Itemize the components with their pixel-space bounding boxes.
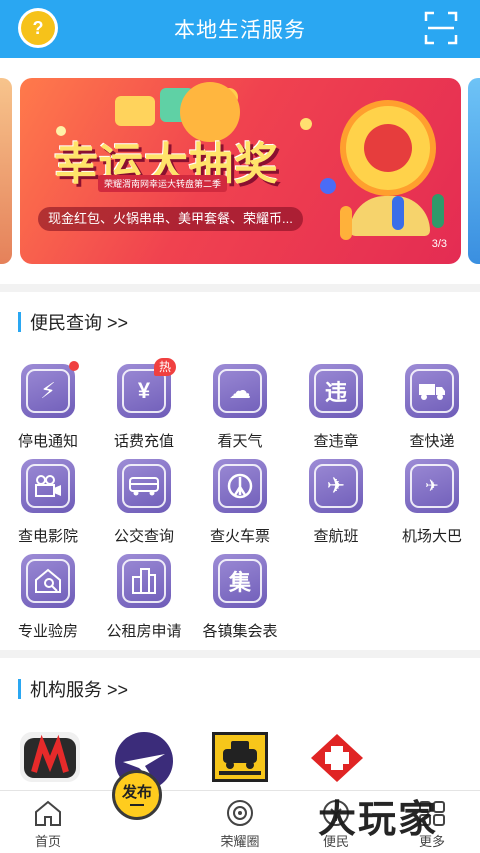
- service-label: 查电影院: [17, 528, 78, 545]
- apartment-icon: [117, 554, 171, 608]
- service-phone-recharge[interactable]: ¥ 热 话费充值: [96, 358, 192, 456]
- service-delivery[interactable]: 查快递: [384, 364, 480, 456]
- service-label: 公租房申请: [106, 623, 182, 640]
- service-train[interactable]: 查火车票: [192, 459, 288, 551]
- service-label: 查航班: [313, 528, 359, 545]
- section-convenience-title[interactable]: 便民查询 >>: [18, 311, 128, 333]
- section-accent-bar: [18, 312, 21, 332]
- service-label: 查快递: [409, 433, 455, 450]
- service-label: 各镇集会表: [202, 623, 278, 640]
- taxi-icon[interactable]: [212, 732, 268, 782]
- question-badge-icon[interactable]: ?: [18, 8, 58, 48]
- airplane-icon: ✈: [309, 459, 363, 513]
- service-public-housing[interactable]: 公租房申请: [96, 554, 192, 646]
- film-logo-icon[interactable]: [20, 732, 80, 782]
- banner-prev-peek[interactable]: [0, 78, 12, 264]
- weather-icon: ☁: [213, 364, 267, 418]
- banner-lottery[interactable]: 幸运大抽奖 荣耀渭南网幸运大转盘第二季 现金红包、火锅串串、美甲套餐、荣耀币..…: [20, 78, 461, 264]
- publish-button[interactable]: 发布: [112, 770, 162, 820]
- section-convenience-label: 便民查询 >>: [30, 313, 129, 333]
- red-cross-icon[interactable]: [308, 732, 366, 784]
- service-violation[interactable]: 违 查违章: [288, 364, 384, 456]
- house-inspect-icon: [21, 554, 75, 608]
- market-icon: 集: [213, 554, 267, 608]
- section-divider: [0, 284, 480, 292]
- service-weather[interactable]: ☁ 看天气: [192, 364, 288, 456]
- person-icon: [340, 206, 352, 240]
- service-label: 公交查询: [113, 528, 174, 545]
- bus-icon: [117, 459, 171, 513]
- person-icon: [432, 194, 444, 228]
- service-label: 机场大巴: [401, 528, 462, 545]
- tab-label: 首页: [34, 834, 61, 849]
- banner-subtitle: 荣耀渭南网幸运大转盘第二季: [98, 175, 228, 192]
- train-icon: [213, 459, 267, 513]
- banner-next-peek[interactable]: [468, 78, 480, 264]
- service-flight[interactable]: ✈ 查航班: [288, 459, 384, 551]
- section-institutions-label: 机构服务 >>: [30, 680, 129, 700]
- publish-label: 发布: [121, 783, 152, 801]
- circle-icon: [227, 800, 253, 826]
- violation-icon: 违: [309, 364, 363, 418]
- service-label: 话费充值: [113, 433, 174, 450]
- service-label: 专业验房: [17, 623, 78, 640]
- service-bus[interactable]: 公交查询: [96, 459, 192, 551]
- avatar: ?: [21, 11, 55, 45]
- section-institutions-title[interactable]: 机构服务 >>: [18, 678, 128, 700]
- tab-home[interactable]: 首页: [0, 791, 96, 853]
- publish-underline: [130, 803, 144, 806]
- hot-badge: 热: [154, 358, 177, 376]
- service-label: 停电通知: [17, 433, 78, 450]
- home-icon: [35, 800, 61, 826]
- service-power-outage[interactable]: ⚡ 停电通知: [0, 361, 96, 456]
- power-outage-icon: ⚡: [21, 364, 75, 418]
- prize-wheel-icon: [340, 100, 436, 196]
- service-label: 看天气: [217, 433, 263, 450]
- service-market-schedule[interactable]: 集 各镇集会表: [192, 554, 288, 646]
- banner-page-counter: 3/3: [431, 238, 447, 250]
- banner-prize-list: 现金红包、火锅串串、美甲套餐、荣耀币...: [38, 207, 303, 231]
- service-cinema[interactable]: 查电影院: [0, 459, 96, 551]
- tab-label: 荣耀圈: [220, 834, 260, 849]
- movie-camera-icon: [21, 459, 75, 513]
- delivery-truck-icon: [405, 364, 459, 418]
- section-accent-bar: [18, 679, 21, 699]
- section-divider: [0, 650, 480, 658]
- airport-bus-icon: ✈: [405, 459, 459, 513]
- service-label: 查火车票: [209, 528, 270, 545]
- tab-circle[interactable]: 荣耀圈: [192, 791, 288, 853]
- person-icon: [392, 196, 404, 230]
- stage-icon: [350, 196, 430, 236]
- service-label: 查违章: [313, 433, 359, 450]
- notification-dot: [69, 361, 79, 371]
- service-house-inspect[interactable]: 专业验房: [0, 554, 96, 646]
- top-bar: ? 本地生活服务: [0, 0, 480, 58]
- scan-icon[interactable]: [424, 11, 458, 45]
- watermark-text: 大玩家: [318, 796, 439, 841]
- service-airport-bus[interactable]: ✈ 机场大巴: [384, 459, 480, 551]
- page-title: 本地生活服务: [174, 19, 306, 42]
